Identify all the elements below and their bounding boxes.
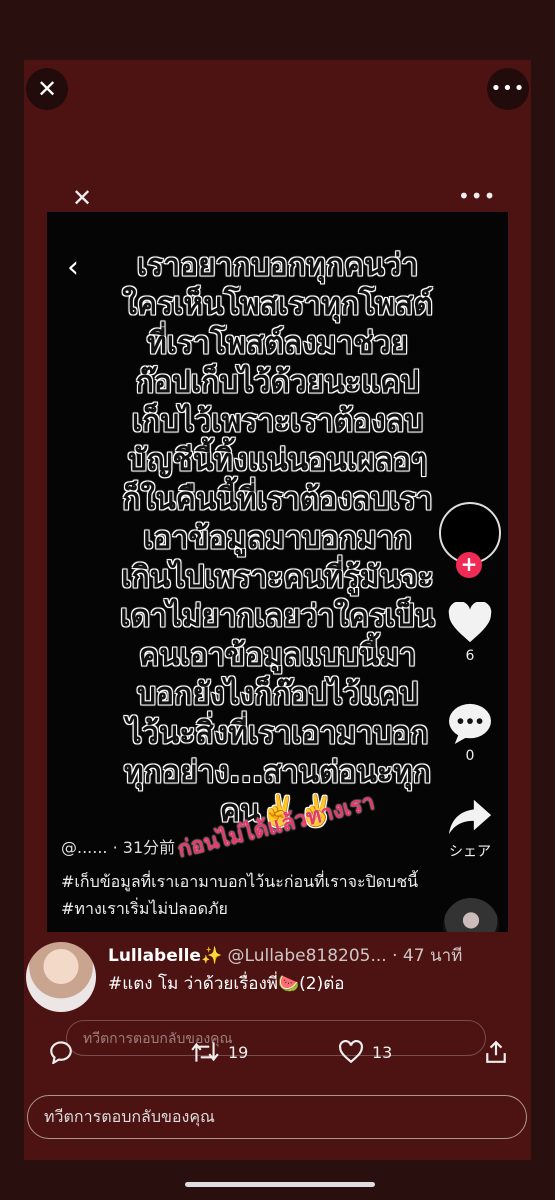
- video-text-line: ที่เราโพสต์ลงมาช่วย: [146, 326, 409, 361]
- share-icon: [486, 1040, 506, 1063]
- tweet-time: · 47 นาที: [392, 946, 463, 966]
- retweet-button[interactable]: 19: [190, 1040, 248, 1064]
- tweet-author-row: Lullabelle✨ @Lullabe818205... · 47 นาที: [108, 942, 462, 969]
- reply-icon: [50, 1041, 72, 1064]
- share-group: シェア: [435, 797, 505, 861]
- heart-icon: [448, 601, 492, 643]
- avatar[interactable]: [26, 942, 96, 1012]
- video-text-line: เกินไปเพราะคนที่รู้มันจะ: [121, 560, 434, 595]
- tweet-actions: 19 13: [44, 1040, 514, 1080]
- video-text-line: เก็บไว้เพราะเราต้องลบ: [131, 404, 424, 439]
- video-more-icon: •••: [458, 184, 497, 208]
- video-text-line: เราอยากบอกทุกคนว่า: [136, 248, 419, 283]
- display-name[interactable]: Lullabelle✨: [108, 946, 222, 966]
- tweet-text: #แตง โม ว่าด้วยเรื่องพี่🍉(2)ต่อ: [108, 974, 345, 994]
- music-disc-icon: [443, 898, 499, 932]
- video-text-line: ใครเห็นโพสเราทุกโพสต์: [122, 287, 433, 322]
- share-label: シェア: [449, 844, 491, 860]
- share-arrow-icon: [448, 799, 492, 835]
- like-count: 6: [465, 648, 475, 664]
- reply-input[interactable]: ทวีตการตอบกลับของคุณ: [27, 1095, 527, 1139]
- video-time: · 31分前: [112, 838, 176, 857]
- more-icon[interactable]: •••: [487, 68, 529, 110]
- like-count: 13: [372, 1042, 393, 1062]
- heart-icon: [339, 1040, 363, 1064]
- follow-plus-icon: +: [456, 552, 482, 578]
- like-group: 6: [435, 601, 505, 664]
- embedded-video-screenshot: ‹ เราอยากบอกทุกคนว่า ใครเห็นโพสเราทุกโพสต…: [47, 212, 508, 932]
- retweet-icon: [191, 1042, 219, 1062]
- video-text-line: ก็ในคืนนี้ที่เราต้องลบเรา: [122, 482, 433, 517]
- comment-group: 0: [435, 702, 505, 764]
- close-icon[interactable]: ✕: [26, 68, 68, 110]
- comment-bubble-icon: [449, 703, 491, 744]
- user-handle: @Lullabe818205...: [227, 946, 387, 966]
- video-text-line: ก๊อปเก็บไว้ด้วยนะแคป: [135, 365, 420, 400]
- video-caption: #เก็บข้อมูลที่เราเอามาบอกไว้นะก่อนที่เรา…: [61, 872, 419, 918]
- comment-count: 0: [465, 748, 475, 764]
- video-handle: @......: [61, 838, 108, 857]
- retweet-count: 19: [228, 1042, 249, 1062]
- video-text-line: บัญชีนี้ทิ้งแน่นอนเผลอๆ: [127, 443, 428, 478]
- home-indicator: [185, 1182, 375, 1187]
- reply-button[interactable]: [48, 1040, 74, 1064]
- video-close-icon: ✕: [72, 184, 93, 212]
- video-author-row: @...... · 31分前: [61, 834, 175, 858]
- like-button[interactable]: 13: [338, 1040, 392, 1064]
- share-button[interactable]: [484, 1040, 508, 1064]
